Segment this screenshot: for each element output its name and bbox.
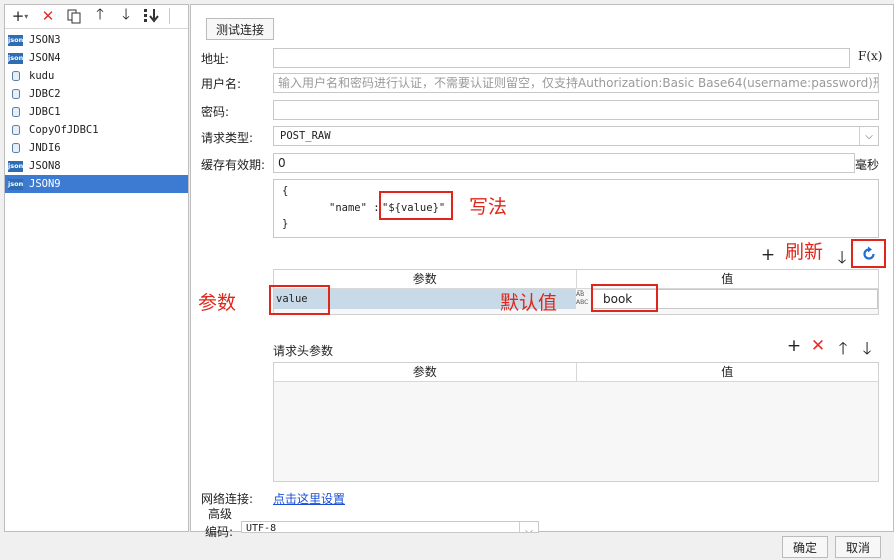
network-settings-link[interactable]: 点击这里设置	[273, 490, 345, 507]
toolbar-divider	[5, 28, 188, 29]
cache-unit-label: 毫秒	[855, 158, 880, 172]
list-item-label: JDBC2	[29, 88, 61, 100]
database-icon	[12, 71, 20, 81]
list-item-label: CopyOfJDBC1	[29, 124, 99, 136]
move-up-icon[interactable]: 🡑	[87, 5, 113, 26]
database-icon	[12, 107, 20, 117]
cache-label: 缓存有效期:	[201, 158, 266, 172]
headers-table: 参数 值	[273, 362, 879, 482]
test-connection-button[interactable]: 测试连接	[206, 18, 274, 40]
password-input[interactable]	[273, 100, 879, 120]
refresh-button[interactable]	[851, 239, 886, 268]
username-label: 用户名:	[201, 77, 242, 91]
config-panel: 测试连接 地址: F(x) 用户名: 输入用户名和密码进行认证，不需要认证则留空…	[190, 4, 894, 539]
username-input[interactable]: 输入用户名和密码进行认证，不需要认证则留空，仅支持Authorization:B…	[273, 73, 879, 93]
list-item[interactable]: json JSON8	[5, 157, 188, 175]
annotation-params: 参数	[198, 292, 237, 314]
list-item-label: JSON4	[29, 52, 61, 64]
cancel-button[interactable]: 取消	[835, 536, 881, 558]
list-item[interactable]: JDBC2	[5, 85, 188, 103]
request-body-editor[interactable]: { "name" : "${value}" }	[273, 179, 879, 238]
request-type-value: POST_RAW	[280, 130, 331, 142]
list-item[interactable]: JDBC1	[5, 103, 188, 121]
encoding-label: 编码:	[205, 525, 234, 539]
headers-title: 请求头参数	[273, 344, 334, 358]
datasource-panel: + ▾ ✕ 🡑 🡓 json JSON3 json JSON4 kudu JDBC2 JDBC…	[4, 4, 189, 532]
list-item[interactable]: json JSON4	[5, 49, 188, 67]
list-item[interactable]: json JSON3	[5, 31, 188, 49]
database-icon	[12, 89, 20, 99]
copy-icon[interactable]	[61, 6, 87, 26]
annotation-refresh: 刷新	[785, 241, 824, 263]
delete-icon[interactable]: ✕	[35, 6, 61, 26]
move-down-icon[interactable]: 🡓	[113, 5, 139, 26]
highlight-box-param-name	[269, 285, 330, 315]
chevron-down-icon[interactable]: ⌵	[859, 127, 878, 145]
move-down-header-icon[interactable]: 🡓	[856, 336, 878, 365]
request-type-select[interactable]: POST_RAW ⌵	[273, 126, 879, 146]
list-item-label: JSON3	[29, 34, 61, 46]
advanced-label: 高级	[208, 507, 233, 521]
delete-header-icon[interactable]: ✕	[807, 336, 829, 356]
cache-input[interactable]: 0	[273, 153, 855, 173]
datasource-toolbar: + ▾ ✕ 🡑 🡓	[5, 5, 188, 27]
list-item-label: kudu	[29, 70, 55, 82]
encoding-select[interactable]: UTF-8 ⌵	[241, 521, 539, 533]
list-item-label: JSON9	[29, 178, 61, 190]
toolbar-divider	[169, 8, 170, 24]
request-type-label: 请求类型:	[201, 131, 254, 145]
annotation-writing: 写法	[469, 196, 508, 218]
add-param-icon[interactable]: +	[757, 245, 779, 265]
list-item-label: JDBC1	[29, 106, 61, 118]
headers-header-value: 值	[721, 365, 734, 379]
headers-header-param: 参数	[274, 363, 577, 381]
list-item-label: JSON8	[29, 160, 61, 172]
list-item[interactable]: JNDI6	[5, 139, 188, 157]
body-line-close: }	[282, 218, 289, 230]
abc-type-icon[interactable]: A͞B ABC	[576, 289, 592, 309]
headers-table-header: 参数 值	[274, 363, 878, 382]
json-icon: json	[8, 160, 24, 172]
table-row[interactable]: value A͞B ABC book	[274, 289, 878, 309]
list-item[interactable]: json JSON9	[5, 175, 188, 193]
params-table-header: 参数 值	[274, 270, 878, 289]
body-line-open: {	[282, 185, 289, 197]
password-label: 密码:	[201, 105, 230, 119]
annotation-default-value: 默认值	[500, 292, 558, 314]
address-input[interactable]	[273, 48, 850, 68]
json-icon: json	[8, 52, 24, 64]
database-icon	[12, 125, 20, 135]
highlight-box-param-value	[591, 284, 658, 312]
datasource-list: json JSON3 json JSON4 kudu JDBC2 JDBC1 CopyOfJD…	[5, 31, 188, 193]
add-header-icon[interactable]: +	[783, 336, 805, 356]
refresh-icon	[862, 246, 875, 260]
list-item[interactable]: CopyOfJDBC1	[5, 121, 188, 139]
move-up-header-icon[interactable]: 🡑	[832, 336, 854, 365]
highlight-box-body-value	[379, 191, 453, 220]
encoding-value: UTF-8	[246, 523, 277, 533]
body-key: "name" :	[329, 202, 380, 214]
add-icon[interactable]: + ▾	[5, 6, 35, 26]
formula-icon[interactable]: F(x)	[858, 49, 882, 67]
address-label: 地址:	[201, 52, 230, 66]
ok-button[interactable]: 确定	[782, 536, 828, 558]
sort-icon[interactable]	[139, 6, 165, 26]
json-icon: json	[8, 178, 24, 190]
list-item[interactable]: kudu	[5, 67, 188, 85]
json-icon: json	[8, 34, 24, 46]
chevron-down-icon[interactable]: ⌵	[519, 522, 538, 532]
list-item-label: JNDI6	[29, 142, 61, 154]
params-table: 参数 值 value A͞B ABC book	[273, 269, 879, 315]
database-icon	[12, 143, 20, 153]
